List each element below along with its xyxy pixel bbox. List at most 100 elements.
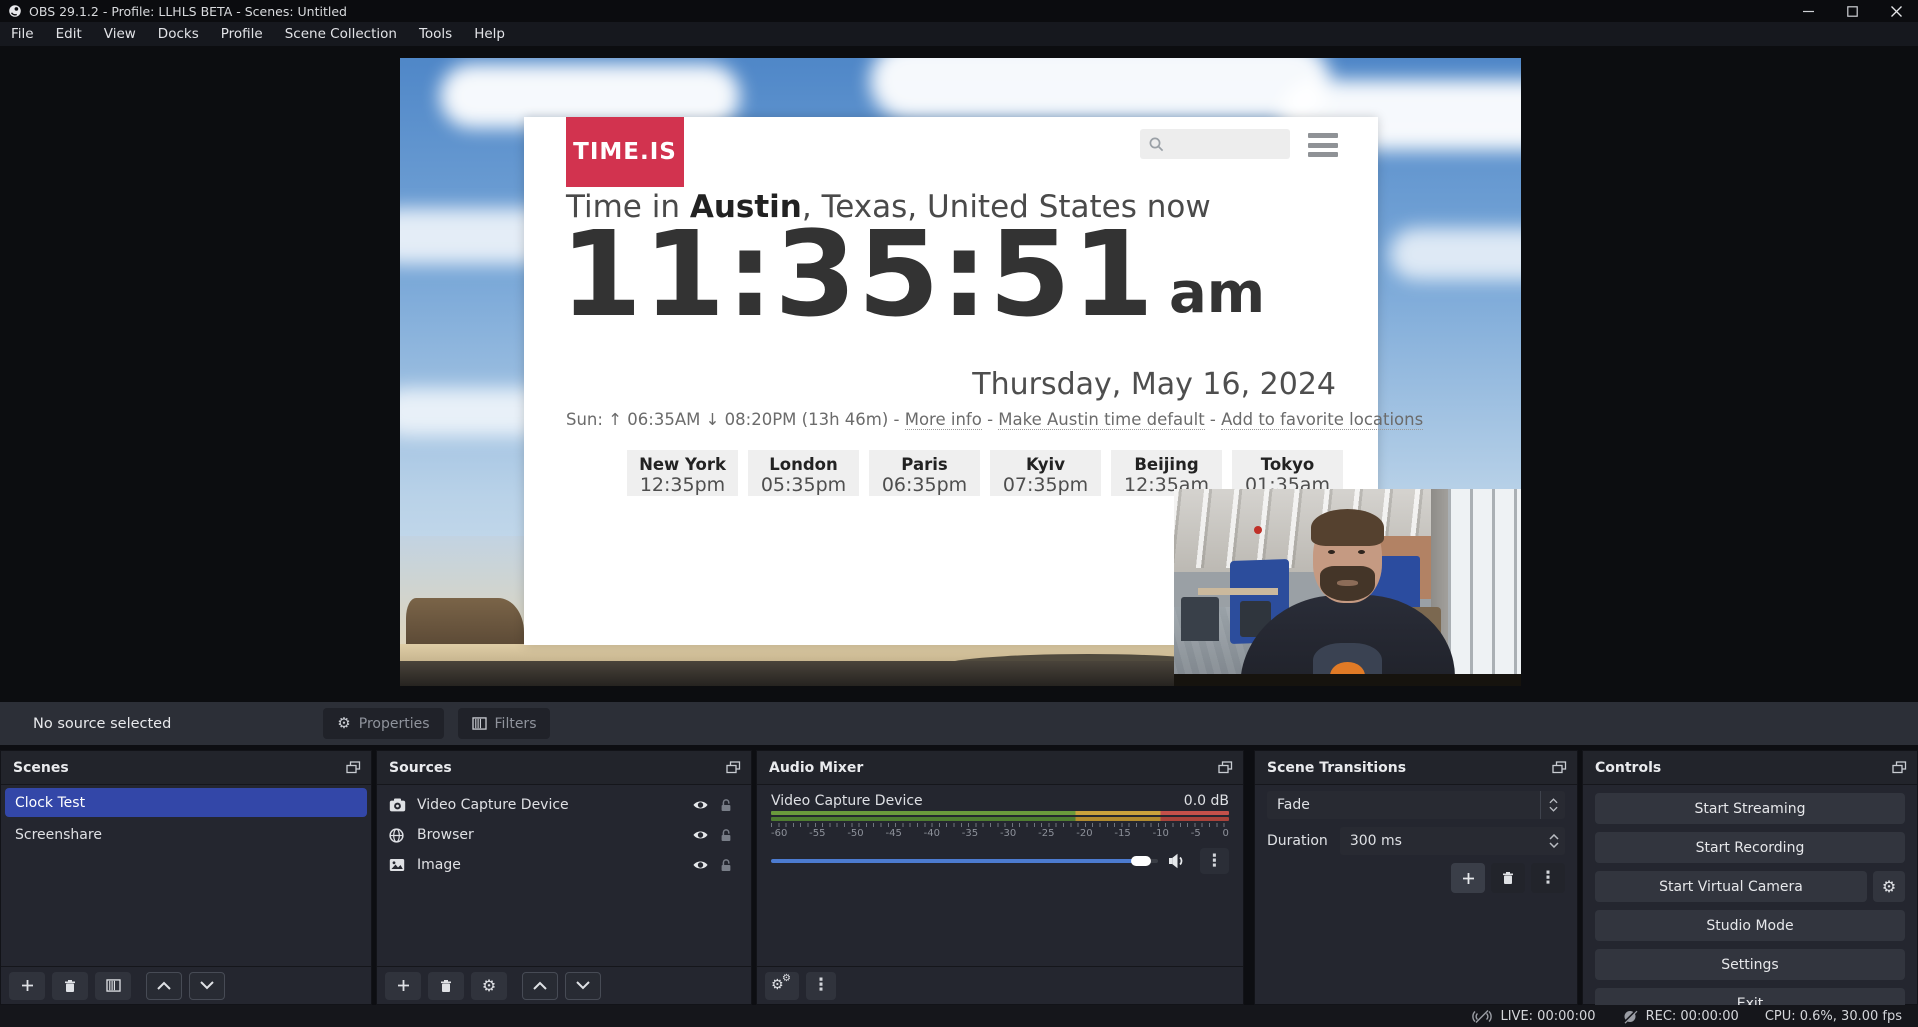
lock-icon[interactable] <box>713 828 739 842</box>
menu-item[interactable]: Tools <box>408 22 463 46</box>
mixer-menu-button[interactable]: ⋮ <box>806 972 836 1000</box>
remove-transition-button[interactable] <box>1491 863 1525 893</box>
menu-item[interactable]: Docks <box>147 22 210 46</box>
volume-slider-handle[interactable] <box>1131 856 1151 866</box>
transition-select[interactable]: Fade <box>1267 791 1565 819</box>
source-status-text: No source selected <box>33 716 171 732</box>
source-item[interactable]: Image <box>377 850 751 880</box>
gear-icon: ⚙ <box>482 978 496 994</box>
camera-icon <box>389 798 407 812</box>
source-properties-button[interactable]: ⚙ <box>471 972 507 1000</box>
source-list: Video Capture Device Browser <box>377 785 751 880</box>
start-recording-button[interactable]: Start Recording <box>1595 832 1905 863</box>
sun-info-part[interactable]: Make Austin time default <box>998 410 1204 430</box>
close-button[interactable] <box>1874 0 1918 22</box>
virtual-camera-settings-button[interactable]: ⚙ <box>1873 871 1905 902</box>
lock-icon[interactable] <box>713 798 739 812</box>
city-clock[interactable]: Kyiv 07:35pm <box>990 450 1101 496</box>
sources-dock-header[interactable]: Sources <box>377 751 751 785</box>
start-virtual-camera-button[interactable]: Start Virtual Camera <box>1595 871 1867 902</box>
sun-info: Sun: ↑ 06:35AM ↓ 08:20PM (13h 46m) - Mor… <box>566 410 1336 429</box>
menu-item[interactable]: Profile <box>210 22 274 46</box>
city-clock[interactable]: Paris 06:35pm <box>869 450 980 496</box>
lock-icon[interactable] <box>713 858 739 872</box>
start-streaming-button[interactable]: Start Streaming <box>1595 793 1905 824</box>
move-source-down-button[interactable] <box>565 972 601 1000</box>
obs-logo-icon <box>8 4 22 18</box>
controls-dock: Controls Start Streaming Start Recording… <box>1582 750 1918 1005</box>
scene-filters-button[interactable] <box>95 972 131 1000</box>
controls-dock-header[interactable]: Controls <box>1583 751 1917 785</box>
remove-scene-button[interactable] <box>52 972 88 1000</box>
gear-icon: ⚙ <box>337 716 350 731</box>
clock-digits: 11:35:51 <box>560 213 1155 336</box>
menu-item[interactable]: Scene Collection <box>274 22 408 46</box>
record-inactive-icon <box>1622 1009 1638 1024</box>
popout-icon[interactable] <box>346 761 361 774</box>
scenes-dock-header[interactable]: Scenes <box>1 751 371 785</box>
search-icon <box>1148 136 1165 153</box>
mixer-dock-header[interactable]: Audio Mixer <box>757 751 1243 785</box>
scene-transitions-dock: Scene Transitions Fade Duration 300 ms <box>1254 750 1578 1005</box>
menu-item[interactable]: Edit <box>45 22 93 46</box>
current-time: 11:35:51 am <box>560 213 1265 336</box>
visibility-eye-icon[interactable] <box>687 829 713 841</box>
city-clock[interactable]: London 05:35pm <box>748 450 859 496</box>
gear-icon: ⚙ <box>1882 879 1896 895</box>
add-transition-button[interactable] <box>1451 863 1485 893</box>
add-source-button[interactable] <box>385 972 421 1000</box>
duration-spinbox[interactable]: 300 ms <box>1340 827 1565 855</box>
city-time: 05:35pm <box>748 474 859 496</box>
volume-meter <box>771 817 1229 821</box>
settings-button[interactable]: Settings <box>1595 949 1905 980</box>
menu-item[interactable]: Help <box>463 22 516 46</box>
visibility-eye-icon[interactable] <box>687 859 713 871</box>
city-name: Kyiv <box>990 455 1101 474</box>
filters-button[interactable]: Filters <box>458 708 551 739</box>
search-input[interactable] <box>1140 129 1290 159</box>
webcam-desk-edge <box>1174 674 1521 686</box>
channel-menu-button[interactable]: ⋮ <box>1200 848 1229 874</box>
transitions-dock-header[interactable]: Scene Transitions <box>1255 751 1577 785</box>
properties-button[interactable]: ⚙ Properties <box>323 708 443 739</box>
double-gear-icon: ⚙⚙ <box>771 976 793 996</box>
timeis-logo[interactable]: TIME.IS <box>566 117 684 187</box>
menu-bar: FileEditViewDocksProfileScene Collection… <box>0 22 1918 46</box>
popout-icon[interactable] <box>1892 761 1907 774</box>
remove-source-button[interactable] <box>428 972 464 1000</box>
city-name: Tokyo <box>1232 455 1343 474</box>
popout-icon[interactable] <box>1552 761 1567 774</box>
menu-item[interactable]: View <box>93 22 147 46</box>
move-source-up-button[interactable] <box>522 972 558 1000</box>
program-preview[interactable]: TIME.IS Time in Austin, Texas, United St… <box>400 58 1521 686</box>
obs-window: OBS 29.1.2 - Profile: LLHLS BETA - Scene… <box>0 0 1918 1027</box>
speaker-icon[interactable] <box>1168 853 1186 869</box>
webcam-table <box>1198 588 1278 595</box>
studio-mode-button[interactable]: Studio Mode <box>1595 910 1905 941</box>
minimize-button[interactable] <box>1786 0 1830 22</box>
source-item[interactable]: Video Capture Device <box>377 790 751 820</box>
move-scene-down-button[interactable] <box>189 972 225 1000</box>
spinner-arrows-icon[interactable] <box>1549 834 1559 848</box>
audio-mixer-dock: Audio Mixer Video Capture Device 0.0 dB … <box>756 750 1244 1005</box>
move-scene-up-button[interactable] <box>146 972 182 1000</box>
visibility-eye-icon[interactable] <box>687 799 713 811</box>
city-name: Paris <box>869 455 980 474</box>
maximize-button[interactable] <box>1830 0 1874 22</box>
popout-icon[interactable] <box>1218 761 1233 774</box>
webcam-overlay[interactable] <box>1174 489 1521 686</box>
popout-icon[interactable] <box>726 761 741 774</box>
volume-slider[interactable] <box>771 859 1158 863</box>
hamburger-menu-icon[interactable] <box>1308 133 1338 157</box>
menu-item[interactable]: File <box>0 22 45 46</box>
city-clock[interactable]: New York 12:35pm <box>627 450 738 496</box>
sun-info-part[interactable]: More info <box>905 410 982 430</box>
sun-info-part[interactable]: Add to favorite locations <box>1221 410 1423 430</box>
scene-item[interactable]: Screenshare <box>5 820 367 849</box>
transition-menu-button[interactable]: ⋮ <box>1531 863 1565 893</box>
source-item[interactable]: Browser <box>377 820 751 850</box>
add-scene-button[interactable] <box>9 972 45 1000</box>
window-title: OBS 29.1.2 - Profile: LLHLS BETA - Scene… <box>29 4 347 19</box>
scene-item[interactable]: Clock Test <box>5 788 367 817</box>
advanced-audio-button[interactable]: ⚙⚙ <box>765 972 799 1000</box>
